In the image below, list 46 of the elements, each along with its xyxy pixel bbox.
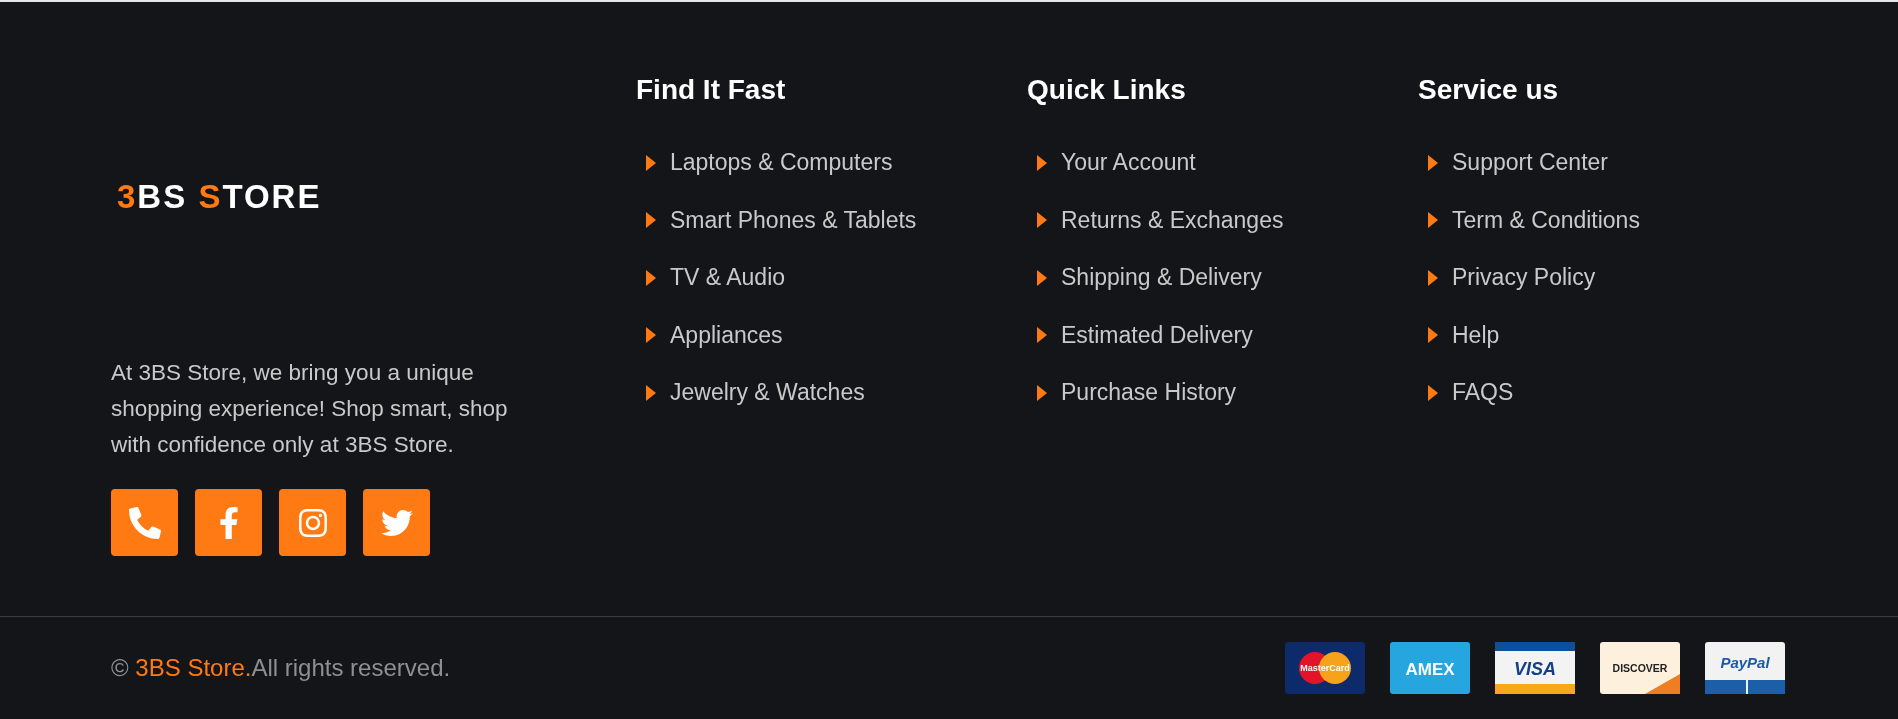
caret-icon: [646, 384, 656, 401]
footer-link[interactable]: Laptops & Computers: [636, 134, 893, 192]
facebook-button[interactable]: [195, 489, 262, 556]
footer-link[interactable]: Jewelry & Watches: [636, 364, 865, 422]
caret-icon: [1428, 269, 1438, 286]
twitter-button[interactable]: [363, 489, 430, 556]
instagram-icon: [296, 506, 329, 539]
payment-card-icon: PayPal: [1705, 642, 1785, 694]
footer-link[interactable]: Help: [1418, 306, 1500, 364]
footer-link[interactable]: Term & Conditions: [1418, 191, 1640, 249]
phone-button[interactable]: [111, 489, 178, 556]
caret-icon: [646, 212, 656, 229]
caret-icon: [646, 327, 656, 344]
footer-link[interactable]: Privacy Policy: [1418, 249, 1596, 307]
column-heading: Find It Fast: [636, 74, 786, 106]
store-logo[interactable]: 3BS STORE: [117, 178, 322, 216]
payment-card-icon: DISCOVER: [1600, 642, 1680, 694]
caret-icon: [1428, 327, 1438, 344]
footer-link[interactable]: TV & Audio: [636, 249, 786, 307]
caret-icon: [646, 154, 656, 171]
caret-icon: [1037, 327, 1047, 344]
footer-link[interactable]: Shipping & Delivery: [1027, 249, 1262, 307]
store-description: At 3BS Store, we bring you a unique shopping experience! Shop smart, shop with confidence only at 3BS Store.: [111, 359, 509, 459]
payment-card-icon: VISA: [1495, 642, 1575, 694]
copyright-text: © 3BS Store.All rights reserved.: [111, 654, 451, 682]
footer-link[interactable]: Purchase History: [1027, 364, 1237, 422]
caret-icon: [1037, 384, 1047, 401]
caret-icon: [1037, 212, 1047, 229]
column-heading: Service us: [1418, 74, 1559, 106]
footer-link[interactable]: Smart Phones & Tablets: [636, 191, 917, 249]
footer-link[interactable]: Estimated Delivery: [1027, 306, 1253, 364]
footer-link[interactable]: Appliances: [636, 306, 783, 364]
column-heading: Quick Links: [1027, 74, 1186, 106]
caret-icon: [1428, 212, 1438, 229]
caret-icon: [1428, 154, 1438, 171]
footer-link[interactable]: FAQS: [1418, 364, 1514, 422]
caret-icon: [1037, 269, 1047, 286]
footer-link[interactable]: Returns & Exchanges: [1027, 191, 1284, 249]
caret-icon: [1428, 384, 1438, 401]
caret-icon: [646, 269, 656, 286]
phone-icon: [128, 506, 161, 539]
footer-link[interactable]: Support Center: [1418, 134, 1608, 192]
instagram-button[interactable]: [279, 489, 346, 556]
footer-link[interactable]: Your Account: [1027, 134, 1196, 192]
payment-card-icon: AMEX: [1390, 642, 1470, 694]
caret-icon: [1037, 154, 1047, 171]
